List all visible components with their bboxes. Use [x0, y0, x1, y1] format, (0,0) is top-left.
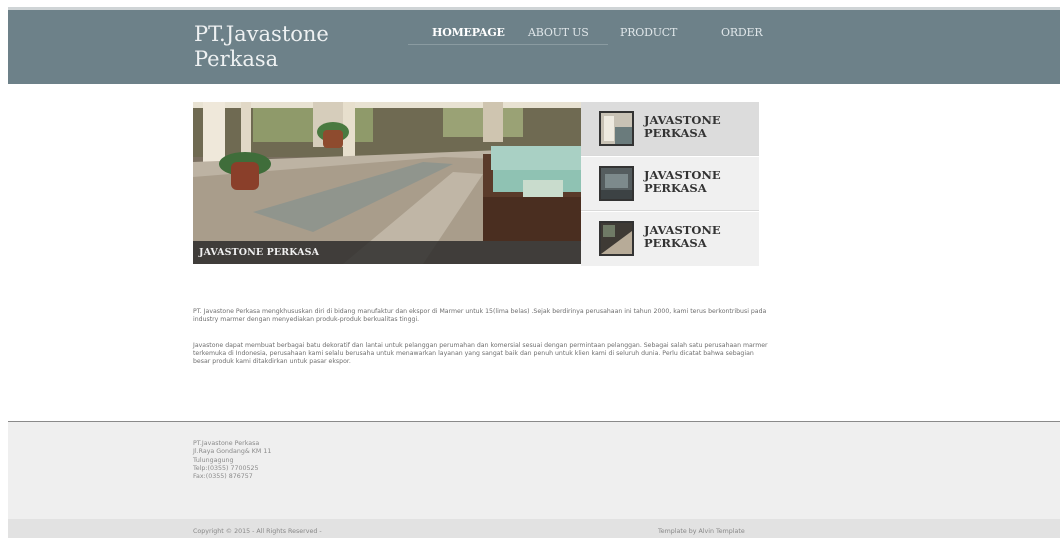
slider-caption: JAVASTONE PERKASA [199, 247, 320, 258]
thumb-image-1 [599, 111, 634, 146]
thumb-image-3 [599, 221, 634, 256]
thumb-label-3: JAVASTONE PERKASA [644, 223, 721, 250]
site-logo[interactable]: PT.Javastone Perkasa [194, 22, 394, 72]
image-slider[interactable]: JAVASTONE PERKASA [193, 102, 581, 264]
nav-product[interactable]: PRODUCT [620, 26, 677, 39]
thumb-item-1[interactable]: JAVASTONE PERKASA [581, 102, 759, 156]
address-city: Tulungagung [193, 456, 234, 464]
site-footer: PT.Javastone Perkasa Jl.Raya Gondang& KM… [8, 422, 1060, 519]
copyright-text: Copyright © 2015 - All Rights Reserved - [193, 528, 322, 535]
slider-caption-bar: JAVASTONE PERKASA [193, 241, 581, 264]
thumb-item-3[interactable]: JAVASTONE PERKASA [581, 212, 759, 266]
company-address: PT.Javastone Perkasa Jl.Raya Gondang& KM… [193, 440, 271, 481]
thumb-image-2 [599, 166, 634, 201]
slider-thumbnails: JAVASTONE PERKASA JAVASTONE PERKASA JAVA… [581, 102, 759, 266]
intro-paragraph: PT. Javastone Perkasa mengkhususkan diri… [193, 308, 767, 323]
main-content: PT. Javastone Perkasa mengkhususkan diri… [193, 308, 768, 384]
nav-order[interactable]: ORDER [721, 26, 763, 39]
address-fax: Fax:(0355) 876757 [193, 473, 253, 481]
thumb-label-1: JAVASTONE PERKASA [644, 113, 721, 140]
thumb-item-2[interactable]: JAVASTONE PERKASA [581, 157, 759, 211]
address-phone: Telp:(0355) 7700525 [193, 464, 259, 472]
nav-about-us[interactable]: ABOUT US [528, 26, 589, 39]
thumb-label-2: JAVASTONE PERKASA [644, 168, 721, 195]
template-credit-link[interactable]: Template by Alvin Template [658, 528, 745, 535]
address-company: PT.Javastone Perkasa [193, 440, 260, 447]
site-header: PT.Javastone Perkasa HOMEPAGE ABOUT US P… [8, 10, 1060, 84]
nav-active-underline [408, 44, 608, 45]
address-street: Jl.Raya Gondang& KM 11 [193, 448, 272, 456]
nav-homepage[interactable]: HOMEPAGE [432, 26, 505, 39]
services-paragraph: Javastone dapat membuat berbagai batu de… [193, 342, 768, 365]
bottom-bar: Copyright © 2015 - All Rights Reserved -… [8, 519, 1060, 538]
marble-lobby-image [193, 102, 581, 264]
